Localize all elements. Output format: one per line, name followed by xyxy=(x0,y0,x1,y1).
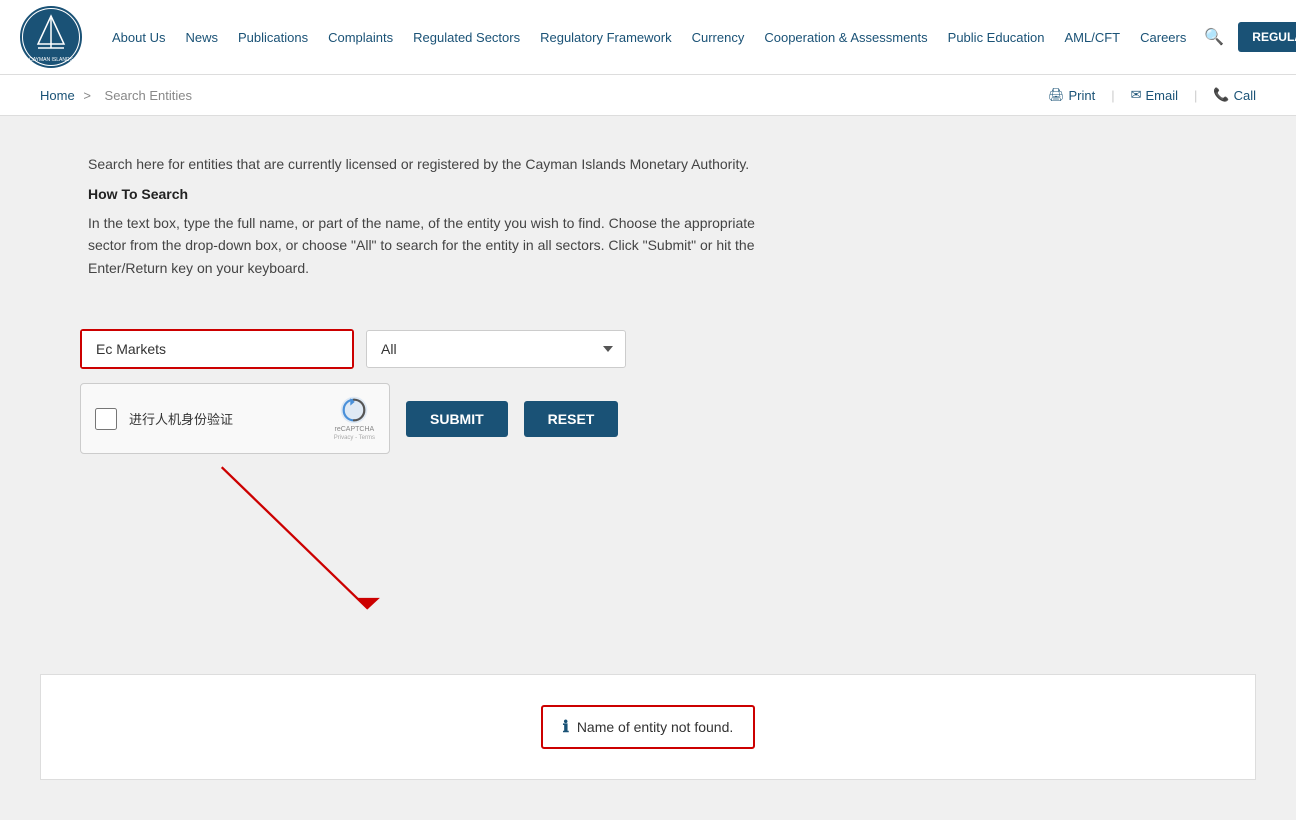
header: CAYMAN ISLANDS About Us News Publication… xyxy=(0,0,1296,75)
breadcrumb-current: Search Entities xyxy=(105,88,192,103)
nav-complaints[interactable]: Complaints xyxy=(318,30,403,45)
how-to-title: How To Search xyxy=(88,186,1208,202)
sector-select[interactable]: All Banking Insurance Securities Mutual … xyxy=(366,330,626,368)
main-nav: About Us News Publications Complaints Re… xyxy=(102,22,1296,52)
call-action[interactable]: 📞 Call xyxy=(1213,87,1256,103)
recaptcha-checkbox[interactable] xyxy=(95,408,117,430)
breadcrumb: Home > Search Entities xyxy=(40,88,197,103)
main-content: Search here for entities that are curren… xyxy=(48,116,1248,329)
nav-amlcft[interactable]: AML/CFT xyxy=(1055,30,1131,45)
recaptcha-brand: reCAPTCHA xyxy=(335,426,375,433)
nav-news[interactable]: News xyxy=(175,30,228,45)
breadcrumb-actions: 🖨 Print | ✉ Email | 📞 Call xyxy=(1048,87,1256,103)
breadcrumb-separator: > xyxy=(83,88,91,103)
search-row: All Banking Insurance Securities Mutual … xyxy=(80,329,1256,369)
nav-careers[interactable]: Careers xyxy=(1130,30,1196,45)
nav-about-us[interactable]: About Us xyxy=(102,30,175,45)
nav-cooperation[interactable]: Cooperation & Assessments xyxy=(754,30,937,45)
search-icon[interactable]: 🔍 xyxy=(1196,27,1232,47)
email-icon: ✉ xyxy=(1131,87,1142,103)
how-to-desc: In the text box, type the full name, or … xyxy=(88,212,788,279)
recaptcha-label: 进行人机身份验证 xyxy=(129,409,322,428)
page-wrapper: CAYMAN ISLANDS About Us News Publication… xyxy=(0,0,1296,820)
breadcrumb-home[interactable]: Home xyxy=(40,88,75,103)
printer-icon: 🖨 xyxy=(1048,87,1065,103)
regulated-entities-button[interactable]: REGULATED ENTITIES xyxy=(1238,22,1296,52)
recaptcha-icon xyxy=(340,396,368,424)
email-action[interactable]: ✉ Email xyxy=(1131,87,1178,103)
search-input[interactable] xyxy=(82,331,352,367)
cima-logo: CAYMAN ISLANDS xyxy=(20,6,82,68)
recaptcha-widget: 进行人机身份验证 reCAPTCHA Privacy - Terms xyxy=(80,383,390,454)
recaptcha-sub: Privacy - Terms xyxy=(334,435,375,441)
info-icon: ℹ xyxy=(563,717,569,737)
divider-2: | xyxy=(1194,87,1197,103)
phone-icon: 📞 xyxy=(1213,87,1229,103)
results-area: ℹ Name of entity not found. xyxy=(40,674,1256,780)
svg-text:CAYMAN ISLANDS: CAYMAN ISLANDS xyxy=(29,57,73,63)
recaptcha-logo: reCAPTCHA Privacy - Terms xyxy=(334,396,375,441)
nav-regulatory-framework[interactable]: Regulatory Framework xyxy=(530,30,682,45)
form-area: All Banking Insurance Securities Mutual … xyxy=(0,329,1296,820)
intro-text: Search here for entities that are curren… xyxy=(88,156,1208,172)
annotation-area xyxy=(40,454,1256,654)
nav-public-education[interactable]: Public Education xyxy=(938,30,1055,45)
nav-currency[interactable]: Currency xyxy=(682,30,755,45)
not-found-box: ℹ Name of entity not found. xyxy=(541,705,756,749)
captcha-buttons-row: 进行人机身份验证 reCAPTCHA Privacy - Terms SUBMI… xyxy=(80,383,1256,454)
search-input-wrapper xyxy=(80,329,354,369)
not-found-text: Name of entity not found. xyxy=(577,719,733,735)
logo-area: CAYMAN ISLANDS xyxy=(20,6,82,68)
submit-button[interactable]: SUBMIT xyxy=(406,401,508,437)
nav-publications[interactable]: Publications xyxy=(228,30,318,45)
nav-regulated-sectors[interactable]: Regulated Sectors xyxy=(403,30,530,45)
reset-button[interactable]: RESET xyxy=(524,401,619,437)
breadcrumb-bar: Home > Search Entities 🖨 Print | ✉ Email… xyxy=(0,75,1296,116)
print-action[interactable]: 🖨 Print xyxy=(1048,87,1095,103)
annotation-arrow xyxy=(80,454,720,654)
divider-1: | xyxy=(1111,87,1114,103)
